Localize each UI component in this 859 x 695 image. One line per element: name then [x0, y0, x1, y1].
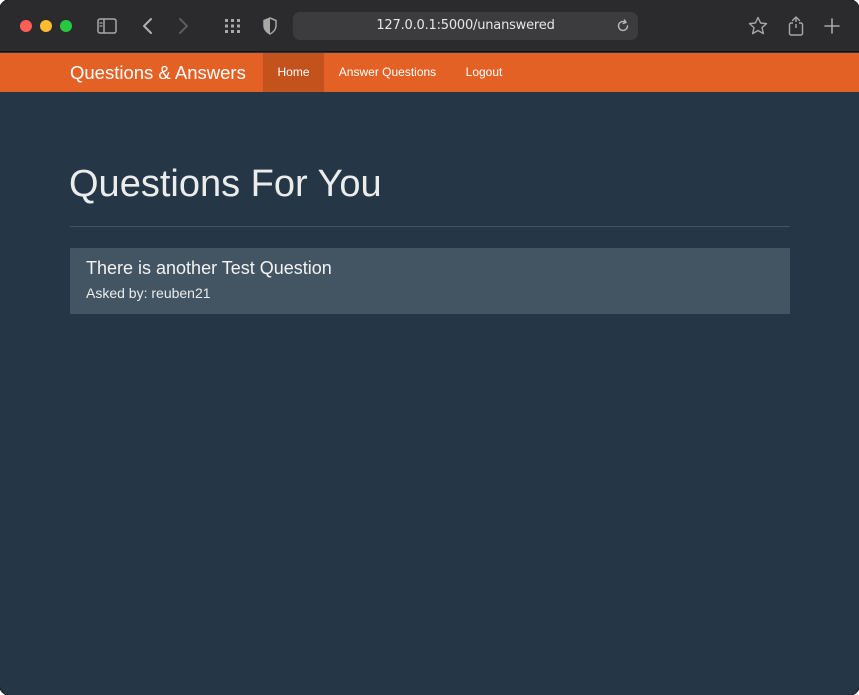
question-card[interactable]: There is another Test Question Asked by:…	[70, 248, 790, 314]
question-title[interactable]: There is another Test Question	[86, 258, 332, 279]
browser-toolbar: 127.0.0.1:5000/unanswered	[0, 0, 859, 52]
forward-icon[interactable]	[171, 14, 195, 38]
page-title: Questions For You	[69, 163, 382, 205]
tab-grid-icon[interactable]	[221, 14, 245, 38]
url-text: 127.0.0.1:5000/unanswered	[376, 18, 555, 33]
address-bar[interactable]: 127.0.0.1:5000/unanswered	[293, 12, 638, 40]
nav-home[interactable]: Home	[263, 53, 324, 92]
minimize-window-button[interactable]	[40, 20, 52, 32]
share-icon[interactable]	[784, 14, 808, 38]
sidebar-icon[interactable]	[95, 14, 119, 38]
shield-icon[interactable]	[258, 14, 282, 38]
nav-answer-questions[interactable]: Answer Questions	[324, 53, 451, 92]
nav-logout[interactable]: Logout	[451, 53, 517, 92]
brand-link[interactable]: Questions & Answers	[70, 62, 246, 84]
title-divider	[70, 226, 790, 227]
new-tab-icon[interactable]	[820, 14, 844, 38]
close-window-button[interactable]	[20, 20, 32, 32]
site-navbar: Questions & Answers Home Answer Question…	[0, 53, 859, 92]
star-icon[interactable]	[746, 14, 770, 38]
reload-icon[interactable]	[616, 19, 630, 38]
zoom-window-button[interactable]	[60, 20, 72, 32]
browser-window: 127.0.0.1:5000/unanswered Questions & An…	[0, 0, 859, 695]
question-asked-by: Asked by: reuben21	[86, 285, 211, 301]
back-icon[interactable]	[136, 14, 160, 38]
